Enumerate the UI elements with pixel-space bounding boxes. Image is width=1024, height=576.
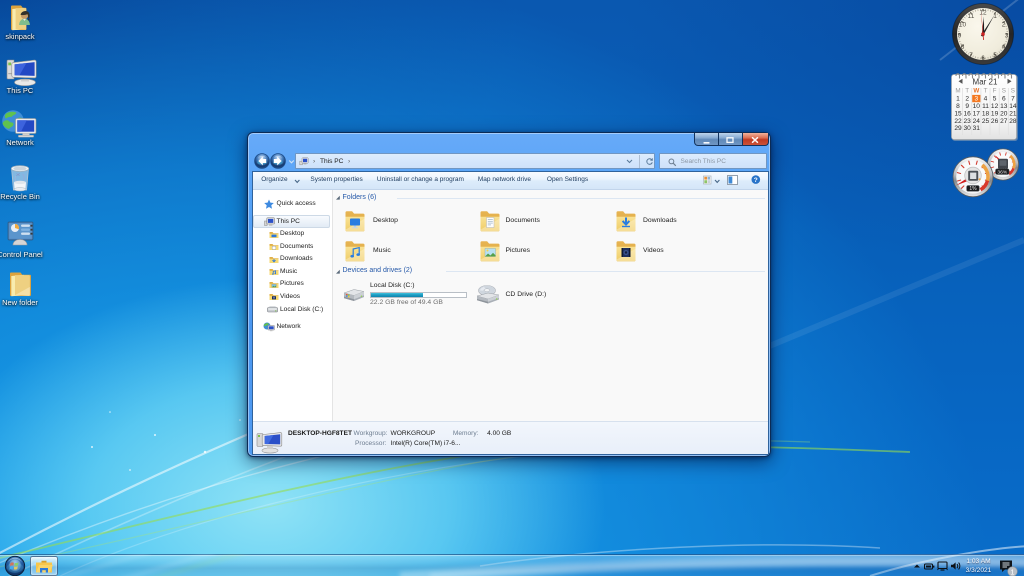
svg-text:28: 28 bbox=[1009, 118, 1017, 125]
svg-text:16: 16 bbox=[964, 110, 972, 117]
svg-text:20: 20 bbox=[1000, 110, 1008, 117]
svg-text:9: 9 bbox=[965, 103, 969, 110]
svg-text:30: 30 bbox=[964, 125, 972, 132]
svg-text:6: 6 bbox=[981, 55, 985, 62]
svg-text:13: 13 bbox=[1000, 103, 1008, 110]
svg-text:4: 4 bbox=[984, 96, 988, 103]
svg-text:21: 21 bbox=[1009, 110, 1017, 117]
svg-text:18: 18 bbox=[982, 110, 990, 117]
svg-text:10: 10 bbox=[973, 103, 981, 110]
svg-text:11: 11 bbox=[982, 103, 989, 110]
svg-text:5: 5 bbox=[993, 52, 997, 59]
svg-text:S: S bbox=[1002, 87, 1006, 94]
svg-text:1%: 1% bbox=[969, 186, 977, 192]
svg-text:8: 8 bbox=[961, 44, 965, 51]
svg-text:17: 17 bbox=[973, 110, 981, 117]
svg-text:36%: 36% bbox=[997, 169, 1007, 175]
svg-text:26: 26 bbox=[991, 118, 999, 125]
svg-text:1: 1 bbox=[993, 13, 997, 20]
svg-text:1: 1 bbox=[956, 96, 960, 103]
svg-text:4: 4 bbox=[1002, 44, 1006, 51]
svg-text:24: 24 bbox=[973, 118, 981, 125]
svg-text:S: S bbox=[1011, 87, 1015, 94]
svg-text:25: 25 bbox=[982, 118, 990, 125]
svg-text:?: ? bbox=[753, 177, 757, 184]
svg-text:10: 10 bbox=[959, 22, 967, 29]
svg-text:27: 27 bbox=[1000, 118, 1008, 125]
svg-text:3: 3 bbox=[1005, 33, 1009, 40]
svg-text:9: 9 bbox=[958, 33, 962, 40]
svg-text:12: 12 bbox=[979, 10, 987, 17]
svg-text:T: T bbox=[965, 87, 969, 94]
svg-text:3: 3 bbox=[974, 96, 978, 103]
svg-text:23: 23 bbox=[964, 118, 972, 125]
svg-text:7: 7 bbox=[1011, 96, 1015, 103]
svg-text:5: 5 bbox=[993, 96, 997, 103]
svg-text:Mar 21: Mar 21 bbox=[973, 78, 998, 87]
svg-text:W: W bbox=[973, 87, 979, 94]
svg-text:31: 31 bbox=[973, 125, 981, 132]
svg-text:F: F bbox=[993, 87, 997, 94]
svg-text:1: 1 bbox=[1010, 567, 1014, 576]
svg-text:19: 19 bbox=[991, 110, 999, 117]
svg-text:29: 29 bbox=[954, 125, 962, 132]
svg-text:8: 8 bbox=[956, 103, 960, 110]
svg-text:2: 2 bbox=[965, 96, 969, 103]
svg-text:2: 2 bbox=[1002, 22, 1006, 29]
svg-text:12: 12 bbox=[991, 103, 999, 110]
svg-text:14: 14 bbox=[1009, 103, 1017, 110]
svg-text:15: 15 bbox=[954, 110, 962, 117]
svg-text:T: T bbox=[984, 87, 988, 94]
svg-text:22: 22 bbox=[954, 118, 962, 125]
svg-text:7: 7 bbox=[969, 52, 973, 59]
svg-text:M: M bbox=[955, 87, 960, 94]
svg-text:6: 6 bbox=[1002, 96, 1006, 103]
